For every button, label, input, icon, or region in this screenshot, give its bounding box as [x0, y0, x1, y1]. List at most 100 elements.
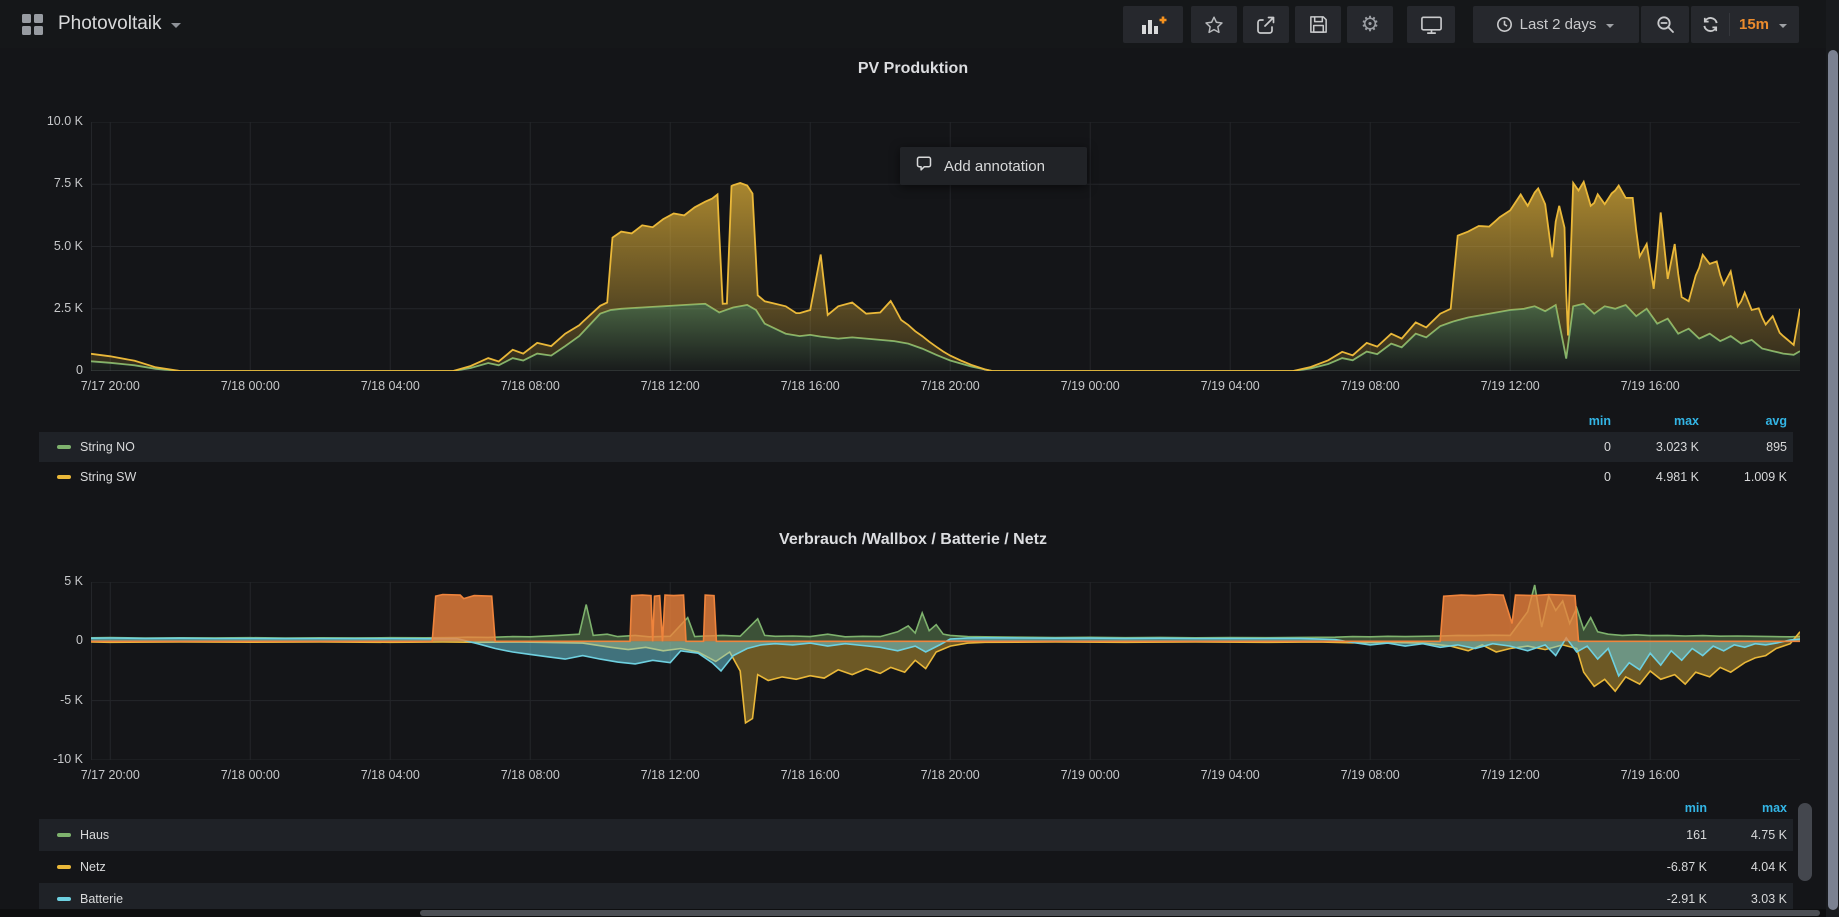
add-annotation-menu-item[interactable]: Add annotation — [900, 147, 1087, 185]
dashboard-title: Photovoltaik — [58, 13, 162, 35]
y-axis-tick-label: -5 K — [3, 693, 83, 707]
verbrauch-chart[interactable] — [91, 582, 1800, 760]
x-axis-tick-label: 7/19 04:00 — [1175, 379, 1285, 393]
star-icon — [1203, 14, 1225, 36]
x-axis-tick-label: 7/19 00:00 — [1035, 379, 1145, 393]
refresh-icon — [1701, 15, 1720, 34]
x-axis-tick-label: 7/19 08:00 — [1315, 768, 1425, 782]
legend-value-max: 4.981 K — [1617, 470, 1705, 484]
legend-row-netz[interactable]: Netz-6.87 K4.04 K — [39, 851, 1793, 883]
panel1-legend: minmaxavgString NO03.023 K895String SW04… — [39, 410, 1793, 492]
vertical-scrollbar[interactable] — [1826, 0, 1839, 917]
x-axis-tick-label: 7/18 08:00 — [475, 768, 585, 782]
legend-column-max[interactable]: max — [1617, 414, 1705, 428]
legend-row-string-no[interactable]: String NO 03.023 K895 — [39, 432, 1793, 462]
x-axis-tick-label: 7/19 04:00 — [1175, 768, 1285, 782]
legend-value-avg: 1.009 K — [1705, 470, 1793, 484]
legend-row-haus[interactable]: Haus1614.75 K — [39, 819, 1793, 851]
series-color-swatch — [57, 445, 71, 449]
divider — [1729, 13, 1730, 36]
x-axis-tick-label: 7/18 12:00 — [615, 768, 725, 782]
series-color-swatch — [57, 833, 71, 837]
clock-icon — [1496, 16, 1513, 33]
x-axis-tick-label: 7/19 16:00 — [1595, 768, 1705, 782]
horizontal-scrollbar-thumb[interactable] — [420, 910, 1820, 916]
legend-column-max[interactable]: max — [1713, 801, 1793, 815]
caret-down-icon — [1779, 24, 1787, 28]
legend-value-min: -6.87 K — [1633, 860, 1713, 874]
series-color-swatch — [57, 897, 71, 901]
dashboard-grid-icon — [22, 14, 43, 35]
x-axis-tick-label: 7/18 12:00 — [615, 379, 725, 393]
y-axis-tick-label: 0 — [3, 363, 83, 377]
series-label: String NO — [80, 440, 135, 454]
zoom-out-icon — [1655, 14, 1676, 35]
legend-header-row: minmax — [39, 797, 1793, 819]
legend-scrollbar[interactable] — [1798, 803, 1812, 881]
horizontal-scrollbar[interactable] — [0, 909, 1826, 917]
comment-bubble-icon — [915, 155, 933, 177]
legend-value-max: 4.75 K — [1713, 828, 1793, 842]
x-axis-tick-label: 7/18 16:00 — [755, 768, 865, 782]
add-panel-button[interactable] — [1123, 6, 1183, 43]
x-axis-tick-label: 7/19 08:00 — [1315, 379, 1425, 393]
series-label: Haus — [80, 828, 109, 842]
x-axis-tick-label: 7/18 20:00 — [895, 768, 1005, 782]
x-axis-tick-label: 7/19 12:00 — [1455, 379, 1565, 393]
save-button[interactable] — [1295, 6, 1341, 43]
x-axis-tick-label: 7/18 04:00 — [335, 768, 445, 782]
cycle-view-button[interactable] — [1407, 6, 1455, 43]
dashboard-title-dropdown[interactable]: Photovoltaik — [22, 0, 181, 48]
y-axis-tick-label: 5.0 K — [3, 239, 83, 253]
panel2-legend: minmaxHaus1614.75 KNetz-6.87 K4.04 KBatt… — [39, 797, 1793, 915]
add-annotation-label: Add annotation — [944, 158, 1045, 175]
y-axis-tick-label: 5 K — [3, 574, 83, 588]
vertical-scrollbar-thumb[interactable] — [1828, 50, 1838, 910]
legend-column-avg[interactable]: avg — [1705, 414, 1793, 428]
y-axis-tick-label: 0 — [3, 633, 83, 647]
refresh-picker[interactable]: 15m — [1691, 6, 1799, 43]
monitor-icon — [1420, 14, 1443, 35]
legend-row-string-sw[interactable]: String SW 04.981 K1.009 K — [39, 462, 1793, 492]
x-axis-tick-label: 7/18 16:00 — [755, 379, 865, 393]
series-color-swatch — [57, 475, 71, 479]
zoom-out-button[interactable] — [1641, 6, 1689, 43]
legend-value-max: 4.04 K — [1713, 860, 1793, 874]
add-panel-icon — [1140, 15, 1167, 35]
legend-value-avg: 895 — [1705, 440, 1793, 454]
x-axis-tick-label: 7/19 12:00 — [1455, 768, 1565, 782]
save-icon — [1308, 14, 1329, 35]
panel1-title[interactable]: PV Produktion — [0, 60, 1826, 78]
legend-value-min: 0 — [1529, 470, 1617, 484]
y-axis-tick-label: 2.5 K — [3, 301, 83, 315]
legend-value-min: 0 — [1529, 440, 1617, 454]
y-axis-tick-label: -10 K — [3, 752, 83, 766]
settings-button[interactable]: ⚙ — [1347, 6, 1393, 43]
caret-down-icon — [1606, 24, 1614, 28]
time-range-label: Last 2 days — [1520, 16, 1597, 33]
share-button[interactable] — [1243, 6, 1289, 43]
legend-value-min: -2.91 K — [1633, 892, 1713, 906]
legend-column-min[interactable]: min — [1633, 801, 1713, 815]
x-axis-tick-label: 7/18 20:00 — [895, 379, 1005, 393]
legend-value-max: 3.03 K — [1713, 892, 1793, 906]
series-label: String SW — [80, 470, 136, 484]
panel2-title[interactable]: Verbrauch /Wallbox / Batterie / Netz — [0, 531, 1826, 549]
x-axis-tick-label: 7/18 00:00 — [195, 379, 305, 393]
x-axis-tick-label: 7/18 04:00 — [335, 379, 445, 393]
y-axis-tick-label: 10.0 K — [3, 114, 83, 128]
series-color-swatch — [57, 865, 71, 869]
refresh-interval-label: 15m — [1739, 16, 1769, 33]
y-axis-tick-label: 7.5 K — [3, 176, 83, 190]
x-axis-tick-label: 7/17 20:00 — [55, 768, 165, 782]
x-axis-tick-label: 7/18 08:00 — [475, 379, 585, 393]
time-range-picker[interactable]: Last 2 days — [1473, 6, 1639, 43]
gear-icon: ⚙ — [1361, 14, 1380, 35]
legend-header-row: minmaxavg — [39, 410, 1793, 432]
star-button[interactable] — [1191, 6, 1237, 43]
share-icon — [1255, 14, 1277, 36]
legend-value-max: 3.023 K — [1617, 440, 1705, 454]
x-axis-tick-label: 7/19 00:00 — [1035, 768, 1145, 782]
x-axis-tick-label: 7/18 00:00 — [195, 768, 305, 782]
legend-column-min[interactable]: min — [1529, 414, 1617, 428]
